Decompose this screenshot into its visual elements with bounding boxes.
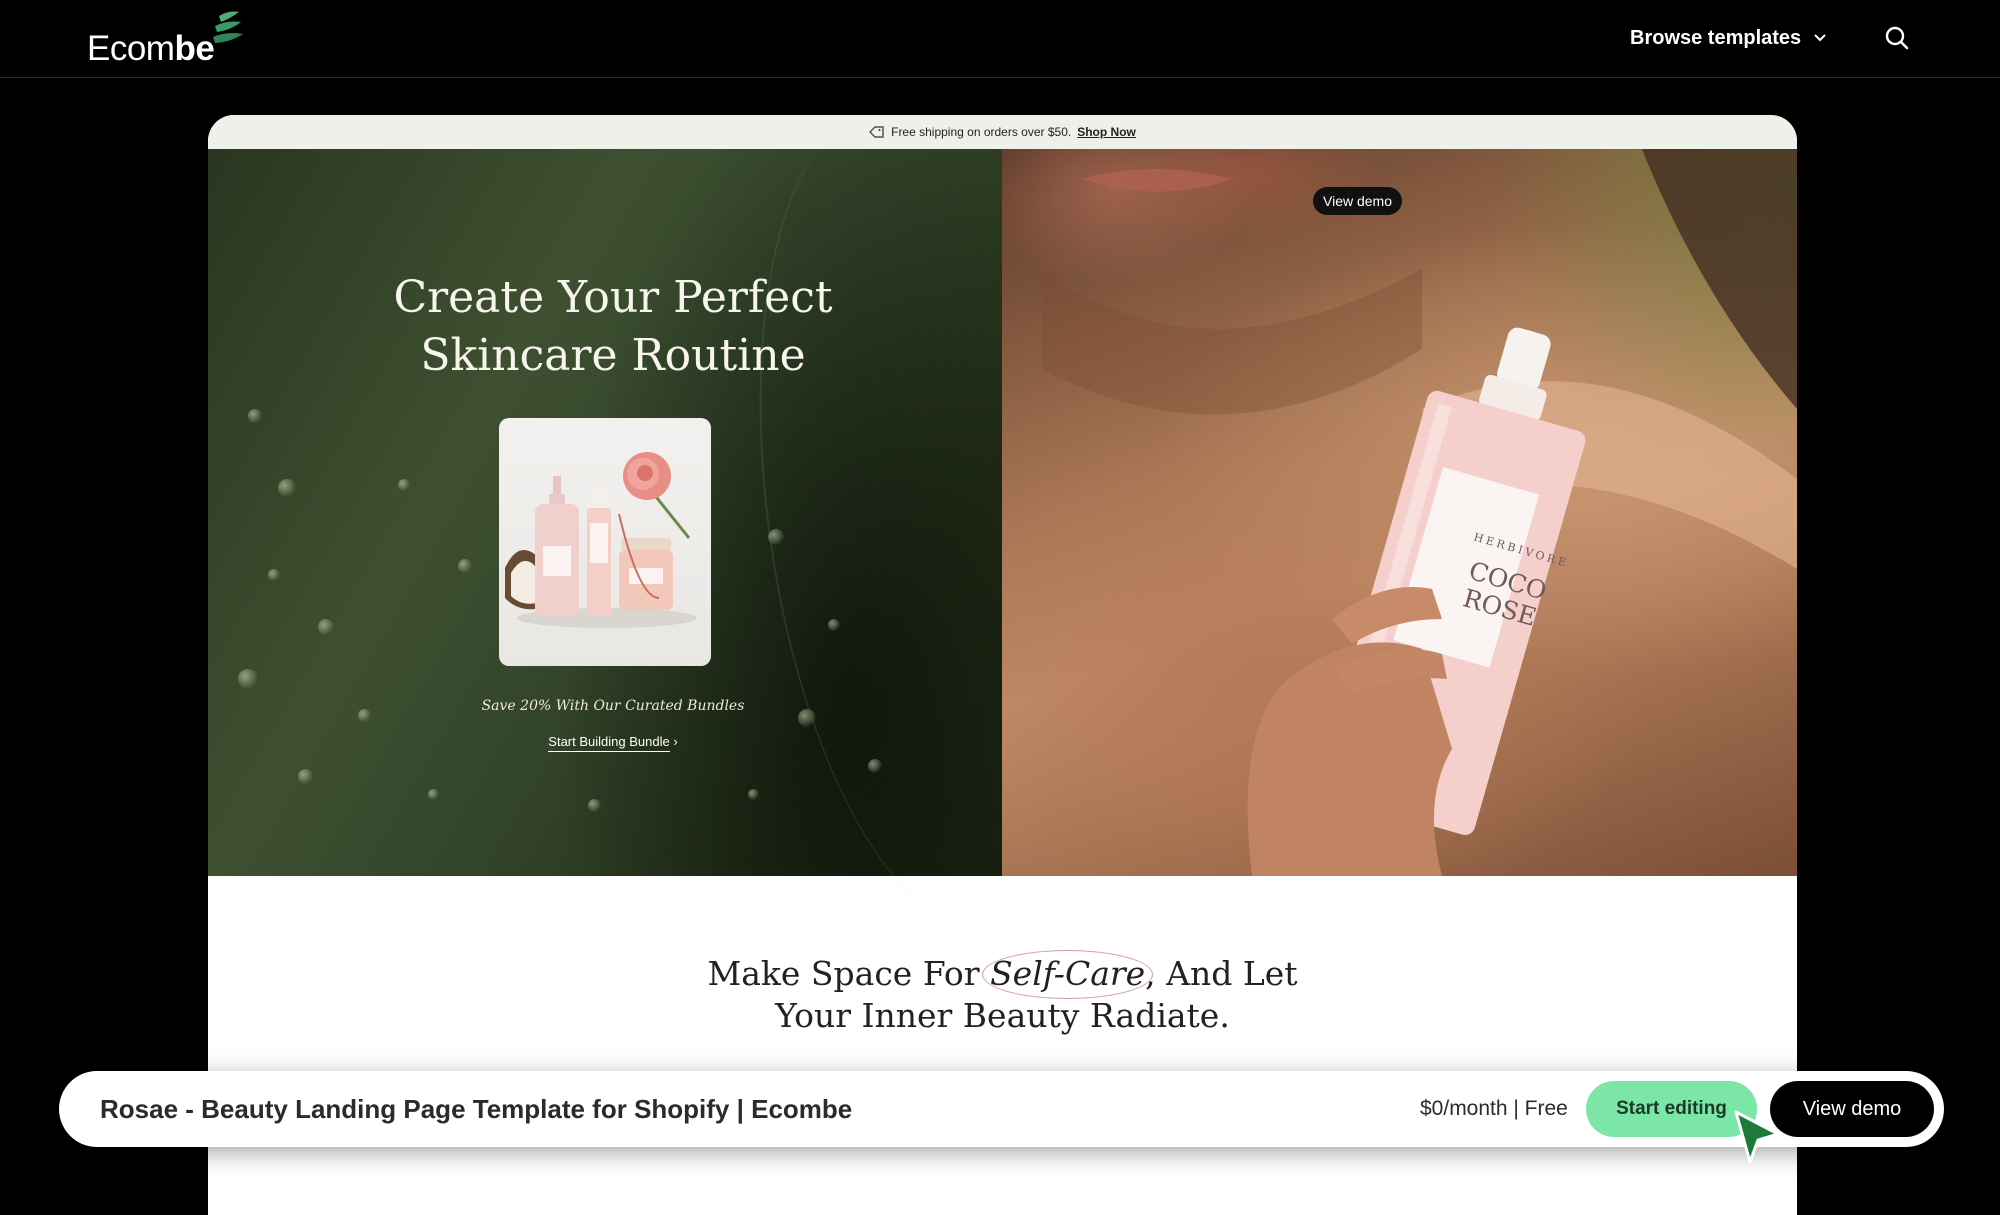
dew-drop: [398, 479, 410, 491]
cta-label: Start Building Bundle: [548, 734, 670, 752]
dew-drop: [458, 559, 472, 573]
top-navigation: Ecombe Browse templates: [0, 0, 2000, 78]
shop-now-link[interactable]: Shop Now: [1077, 125, 1136, 139]
view-demo-chip[interactable]: View demo: [1313, 187, 1403, 215]
hero-section: Create Your Perfect Skincare Routine Sav…: [208, 115, 1797, 948]
template-title: Rosae - Beauty Landing Page Template for…: [100, 1093, 853, 1124]
hero-title: Create Your Perfect Skincare Routine: [393, 272, 833, 381]
start-building-bundle-link[interactable]: Start Building Bundle ›: [533, 734, 693, 752]
pointer-cursor-icon: [1734, 1110, 1780, 1164]
template-price: $0/month | Free: [1420, 1097, 1568, 1120]
heading-line-2: Your Inner Beauty Radiate.: [775, 996, 1230, 1035]
chevron-down-icon: [1814, 34, 1826, 42]
view-demo-button[interactable]: View demo: [1770, 1081, 1934, 1137]
dew-drop: [298, 769, 313, 784]
announcement-bar: Free shipping on orders over $50. Shop N…: [208, 115, 1797, 149]
dew-drop: [828, 619, 840, 631]
logo-wordmark: Ecombe: [87, 29, 215, 68]
template-preview[interactable]: Free shipping on orders over $50. Shop N…: [208, 115, 1797, 1215]
dew-drop: [428, 789, 439, 800]
dew-drop: [588, 799, 601, 812]
dew-drop: [278, 479, 296, 497]
hero-subtitle: Save 20% With Our Curated Bundles: [481, 698, 745, 714]
chevron-right-icon: ›: [673, 734, 678, 749]
dew-drop: [768, 529, 784, 545]
browse-templates-menu[interactable]: Browse templates: [1630, 22, 1827, 54]
template-action-bar: Rosae - Beauty Landing Page Template for…: [59, 1071, 1944, 1147]
search-icon[interactable]: [1882, 23, 1912, 53]
dew-drop: [868, 759, 882, 773]
dew-drop: [248, 409, 262, 423]
dew-drop: [238, 669, 258, 689]
heading-line-1: Make Space For Self-Care, And Let: [208, 950, 1797, 999]
bundle-product-image[interactable]: [499, 418, 711, 666]
dew-drop: [268, 569, 280, 581]
self-care-heading: Make Space For Self-Care, And Let Your I…: [208, 950, 1797, 1037]
hero-left-panel: Create Your Perfect Skincare Routine Sav…: [208, 115, 1144, 948]
dew-drop: [318, 619, 334, 635]
hero-model-image: HERBIVORE COCO ROSE: [1002, 149, 1797, 876]
ecombe-logo[interactable]: Ecombe: [87, 10, 243, 68]
bundle-products-illustration: [505, 452, 697, 628]
leaf-logo-icon: [213, 11, 243, 43]
circle-doodle: [982, 950, 1154, 999]
self-care-emphasis: Self-Care: [982, 950, 1154, 999]
model-with-bottle-illustration: HERBIVORE COCO ROSE: [1042, 149, 1797, 876]
dew-drop: [748, 789, 759, 800]
browse-templates-label: Browse templates: [1630, 26, 1802, 49]
